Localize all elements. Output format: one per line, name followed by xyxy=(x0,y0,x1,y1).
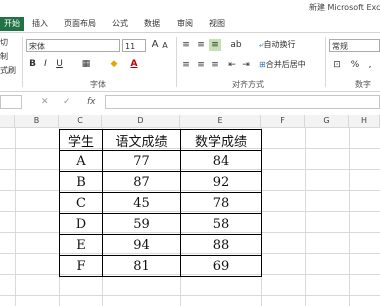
decrease-font-icon[interactable]: A xyxy=(161,40,169,52)
select-all-corner[interactable] xyxy=(0,115,15,127)
formula-input[interactable] xyxy=(105,95,380,109)
table-header-row: 学生 语文成绩 数学成绩 xyxy=(59,129,262,151)
align-right-icon[interactable]: ≡ xyxy=(209,59,221,71)
merge-center-icon: ⊞ xyxy=(259,60,266,69)
header-cell-math[interactable]: 数学成绩 xyxy=(180,129,262,151)
borders-icon[interactable]: ▦ xyxy=(80,58,92,70)
cancel-icon[interactable]: ✕ xyxy=(41,95,49,109)
number-format-value: 常规 xyxy=(332,42,348,51)
format-painter-button[interactable]: 式刷 xyxy=(0,65,16,76)
font-name-select[interactable]: 宋体 xyxy=(26,39,120,52)
wrap-text-button[interactable]: ⤶自动换行 xyxy=(259,39,295,50)
table-row: D 59 58 xyxy=(59,213,262,235)
table-cell[interactable]: 45 xyxy=(102,192,181,214)
table-cell[interactable]: 59 xyxy=(102,213,181,235)
tab-insert[interactable]: 插入 xyxy=(32,17,48,31)
comma-button[interactable]: , xyxy=(366,59,374,71)
alignment-group-label: 对齐方式 xyxy=(232,80,264,89)
percent-button[interactable]: % xyxy=(350,59,360,71)
ribbon: 切 制 式刷 宋体 11 A A B I U ▦ ◆ A 字体 ≡ ≡ ≡ ab… xyxy=(0,32,380,92)
tab-home[interactable]: 开始 xyxy=(0,17,24,31)
number-group-label: 数字 xyxy=(355,80,371,89)
insert-function-button[interactable]: fx xyxy=(87,95,96,109)
orientation-icon[interactable]: ab xyxy=(228,39,244,51)
table-row: C 45 78 xyxy=(59,192,262,214)
table-cell[interactable]: D xyxy=(59,213,103,235)
bold-button[interactable]: B xyxy=(28,58,37,70)
align-top-icon[interactable]: ≡ xyxy=(180,39,192,51)
column-header-c[interactable]: C xyxy=(59,115,102,127)
table-cell[interactable]: 87 xyxy=(102,171,181,193)
font-size-select[interactable]: 11 xyxy=(122,39,146,52)
wrap-text-label: 自动换行 xyxy=(263,40,296,49)
column-header-b[interactable]: B xyxy=(15,115,59,127)
table-cell[interactable]: F xyxy=(59,255,103,277)
table-cell[interactable]: C xyxy=(59,192,103,214)
align-bottom-icon[interactable]: ≡ xyxy=(209,39,221,51)
column-header-g[interactable]: G xyxy=(305,115,349,127)
column-header-e[interactable]: E xyxy=(180,115,261,127)
increase-indent-icon[interactable]: ⇥ xyxy=(240,59,252,71)
copy-button[interactable]: 制 xyxy=(0,51,8,62)
align-middle-icon[interactable]: ≡ xyxy=(195,39,207,51)
score-table: 学生 语文成绩 数学成绩 A 77 84 B 87 92 C 45 78 D 5… xyxy=(59,129,262,277)
decrease-indent-icon[interactable]: ⇤ xyxy=(226,59,238,71)
italic-button[interactable]: I xyxy=(41,58,50,70)
window-title: 新建 Microsoft Exce xyxy=(309,3,380,12)
tab-data[interactable]: 数据 xyxy=(144,17,160,31)
header-cell-chinese[interactable]: 语文成绩 xyxy=(102,129,181,151)
merge-center-button[interactable]: ⊞合并后居中 xyxy=(259,59,306,70)
table-cell[interactable]: A xyxy=(59,150,103,172)
tab-review[interactable]: 审阅 xyxy=(177,17,193,31)
table-cell[interactable]: 58 xyxy=(180,213,262,235)
formula-bar: ✕ ✓ fx xyxy=(0,95,380,110)
column-header-f[interactable]: F xyxy=(261,115,305,127)
table-cell[interactable]: 77 xyxy=(102,150,181,172)
header-cell-student[interactable]: 学生 xyxy=(59,129,103,151)
cut-button[interactable]: 切 xyxy=(0,37,8,48)
table-cell[interactable]: 78 xyxy=(180,192,262,214)
name-box[interactable] xyxy=(0,95,22,109)
table-cell[interactable]: 88 xyxy=(180,234,262,256)
table-cell[interactable]: 84 xyxy=(180,150,262,172)
align-left-icon[interactable]: ≡ xyxy=(180,59,192,71)
table-cell[interactable]: 92 xyxy=(180,171,262,193)
tab-formulas[interactable]: 公式 xyxy=(112,17,128,31)
align-center-icon[interactable]: ≡ xyxy=(195,59,207,71)
enter-icon[interactable]: ✓ xyxy=(63,95,71,109)
table-row: E 94 88 xyxy=(59,234,262,256)
tab-page-layout[interactable]: 页面布局 xyxy=(64,17,96,31)
table-row: F 81 69 xyxy=(59,255,262,277)
table-cell[interactable]: B xyxy=(59,171,103,193)
underline-button[interactable]: U xyxy=(55,58,64,70)
table-cell[interactable]: 81 xyxy=(102,255,181,277)
column-header-h[interactable]: H xyxy=(349,115,380,127)
column-header-d[interactable]: D xyxy=(102,115,180,127)
table-cell[interactable]: 69 xyxy=(180,255,262,277)
increase-font-icon[interactable]: A xyxy=(150,39,160,51)
font-name-value: 宋体 xyxy=(29,42,45,51)
font-color-icon[interactable]: A xyxy=(128,58,140,70)
table-cell[interactable]: 94 xyxy=(102,234,181,256)
font-group-label: 字体 xyxy=(90,80,106,89)
fill-color-icon[interactable]: ◆ xyxy=(108,58,120,70)
merge-center-label: 合并后居中 xyxy=(265,60,306,69)
tab-view[interactable]: 视图 xyxy=(209,17,225,31)
currency-icon[interactable]: ⊡ xyxy=(330,59,344,71)
table-row: A 77 84 xyxy=(59,150,262,172)
table-row: B 87 92 xyxy=(59,171,262,193)
ribbon-tabs: 开始 插入 页面布局 公式 数据 审阅 视图 新建 Microsoft Exce xyxy=(0,0,380,33)
font-size-value: 11 xyxy=(125,42,136,51)
table-cell[interactable]: E xyxy=(59,234,103,256)
number-format-select[interactable]: 常规 xyxy=(329,39,380,52)
